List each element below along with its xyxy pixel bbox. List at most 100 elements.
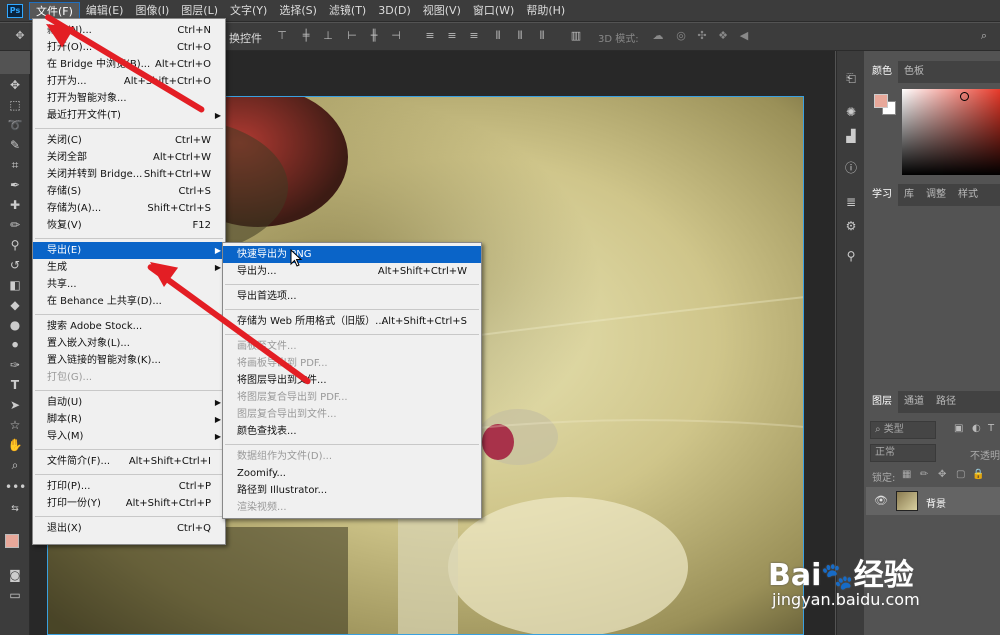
distribute-top-icon[interactable]: ≡ bbox=[424, 30, 436, 42]
dodge-tool-icon[interactable]: ⚫ bbox=[5, 336, 25, 354]
menu-8[interactable]: 视图(V) bbox=[417, 2, 467, 20]
distribute-vcenter-icon[interactable]: ≡ bbox=[446, 30, 458, 42]
file-menu-item-25[interactable]: 脚本(R) ▶ bbox=[33, 411, 225, 428]
file-menu-item-11[interactable]: 存储为(A)... Shift+Ctrl+S bbox=[33, 200, 225, 217]
export-menu-item-17[interactable]: 渲染视频... bbox=[223, 499, 481, 516]
histogram-panel-icon[interactable]: ▟ bbox=[841, 127, 861, 145]
file-menu-item-24[interactable]: 自动(U) ▶ bbox=[33, 394, 225, 411]
export-menu-item-3[interactable]: 导出首选项... bbox=[223, 288, 481, 305]
lock-transparent-icon[interactable]: ▦ bbox=[902, 469, 911, 480]
3d-pan-icon[interactable]: ✣ bbox=[696, 30, 708, 42]
shape-tool-icon[interactable]: ☆ bbox=[5, 416, 25, 434]
move-tool-icon[interactable]: ✥ bbox=[5, 76, 25, 94]
type-tool-icon[interactable]: T bbox=[5, 376, 25, 394]
file-menu-item-33[interactable]: 退出(X) Ctrl+Q bbox=[33, 520, 225, 537]
distribute-left-icon[interactable]: ⦀ bbox=[492, 30, 504, 42]
healing-brush-tool-icon[interactable]: ✚ bbox=[5, 196, 25, 214]
tab-styles[interactable]: 样式 bbox=[952, 184, 984, 206]
export-menu-item-15[interactable]: Zoomify... bbox=[223, 465, 481, 482]
move-tool-icon[interactable]: ✥ bbox=[14, 30, 26, 42]
marquee-tool-icon[interactable]: ⬚ bbox=[5, 96, 25, 114]
export-menu-item-9[interactable]: 将图层导出到文件... bbox=[223, 372, 481, 389]
menu-9[interactable]: 窗口(W) bbox=[467, 2, 520, 20]
file-menu-item-28[interactable]: 文件简介(F)... Alt+Shift+Ctrl+I bbox=[33, 453, 225, 470]
distribute-right-icon[interactable]: ⦀ bbox=[536, 30, 548, 42]
properties-panel-icon[interactable]: ⚙ bbox=[841, 217, 861, 235]
path-selection-tool-icon[interactable]: ➤ bbox=[5, 396, 25, 414]
search-icon[interactable]: ⌕ bbox=[978, 30, 990, 42]
eyedropper-tool-icon[interactable]: ✒ bbox=[5, 176, 25, 194]
distribute-bottom-icon[interactable]: ≡ bbox=[468, 30, 480, 42]
file-menu-item-21[interactable]: 置入链接的智能对象(K)... bbox=[33, 352, 225, 369]
tab-paths[interactable]: 路径 bbox=[930, 391, 962, 413]
file-menu-item-15[interactable]: 生成 ▶ bbox=[33, 259, 225, 276]
brush-tool-icon[interactable]: ✏ bbox=[5, 216, 25, 234]
file-menu-item-19[interactable]: 搜索 Adobe Stock... bbox=[33, 318, 225, 335]
tab-libraries[interactable]: 库 bbox=[898, 184, 920, 206]
lock-pixels-icon[interactable]: ✏ bbox=[920, 469, 928, 480]
filter-image-icon[interactable]: ▣ bbox=[954, 423, 963, 434]
navigator-panel-icon[interactable]: ✺ bbox=[841, 103, 861, 121]
color-panel-foreground[interactable] bbox=[874, 94, 888, 108]
file-menu-item-20[interactable]: 置入嵌入对象(L)... bbox=[33, 335, 225, 352]
crop-tool-icon[interactable]: ⌗ bbox=[5, 156, 25, 174]
file-menu-item-31[interactable]: 打印一份(Y) Alt+Shift+Ctrl+P bbox=[33, 495, 225, 512]
menu-6[interactable]: 滤镜(T) bbox=[323, 2, 372, 20]
3d-orbit-icon[interactable]: ☁ bbox=[652, 30, 664, 42]
file-menu-item-22[interactable]: 打包(G)... bbox=[33, 369, 225, 386]
auto-align-icon[interactable]: ▥ bbox=[570, 30, 582, 42]
filter-type-icon[interactable]: T bbox=[988, 423, 994, 434]
history-brush-tool-icon[interactable]: ↺ bbox=[5, 256, 25, 274]
file-menu-item-14[interactable]: 导出(E) ▶ bbox=[33, 242, 225, 259]
layer-row[interactable]: 👁 背景 bbox=[866, 487, 1000, 515]
quick-mask-icon[interactable]: ◙ bbox=[5, 566, 25, 584]
tab-layers[interactable]: 图层 bbox=[866, 391, 898, 413]
file-menu-item-30[interactable]: 打印(P)... Ctrl+P bbox=[33, 478, 225, 495]
export-menu-item-12[interactable]: 颜色查找表... bbox=[223, 423, 481, 440]
menu-7[interactable]: 3D(D) bbox=[372, 2, 417, 20]
color-picker-cursor[interactable] bbox=[960, 92, 969, 101]
lock-all-icon[interactable]: 🔒 bbox=[972, 469, 984, 480]
filter-adjust-icon[interactable]: ◐ bbox=[972, 423, 981, 434]
align-hcenter-icon[interactable]: ╫ bbox=[368, 30, 380, 42]
lock-position-icon[interactable]: ✥ bbox=[938, 469, 946, 480]
blur-tool-icon[interactable]: ● bbox=[5, 316, 25, 334]
clone-source-icon[interactable]: ⚲ bbox=[841, 247, 861, 265]
file-menu-item-8[interactable]: 关闭全部 Alt+Ctrl+W bbox=[33, 149, 225, 166]
pen-tool-icon[interactable]: ✑ bbox=[5, 356, 25, 374]
swap-colors-icon[interactable]: ⇆ bbox=[5, 500, 25, 518]
info-panel-icon[interactable]: ⓘ bbox=[841, 159, 861, 177]
export-menu-item-5[interactable]: 存储为 Web 所用格式（旧版）... Alt+Shift+Ctrl+S bbox=[223, 313, 481, 330]
export-menu-item-16[interactable]: 路径到 Illustrator... bbox=[223, 482, 481, 499]
3d-scale-icon[interactable]: ◀ bbox=[738, 30, 750, 42]
tab-swatches[interactable]: 色板 bbox=[898, 61, 930, 83]
align-vcenter-icon[interactable]: ╪ bbox=[300, 30, 312, 42]
export-menu-item-10[interactable]: 将图层复合导出到 PDF... bbox=[223, 389, 481, 406]
3d-slide-icon[interactable]: ❖ bbox=[717, 30, 729, 42]
file-menu-item-7[interactable]: 关闭(C) Ctrl+W bbox=[33, 132, 225, 149]
lasso-tool-icon[interactable]: ➰ bbox=[5, 116, 25, 134]
file-menu-item-12[interactable]: 恢复(V) F12 bbox=[33, 217, 225, 234]
layer-name[interactable]: 背景 bbox=[926, 495, 946, 510]
align-left-icon[interactable]: ⊢ bbox=[346, 30, 358, 42]
layer-filter-select[interactable]: ⌕ 类型 bbox=[870, 421, 936, 439]
file-menu-item-9[interactable]: 关闭并转到 Bridge... Shift+Ctrl+W bbox=[33, 166, 225, 183]
file-menu-item-16[interactable]: 共享... bbox=[33, 276, 225, 293]
visibility-eye-icon[interactable]: 👁 bbox=[874, 494, 888, 507]
file-menu-item-10[interactable]: 存储(S) Ctrl+S bbox=[33, 183, 225, 200]
file-menu-item-3[interactable]: 打开为... Alt+Shift+Ctrl+O bbox=[33, 73, 225, 90]
more-tools-icon[interactable]: ••• bbox=[5, 478, 26, 496]
menu-4[interactable]: 文字(Y) bbox=[224, 2, 273, 20]
tab-learn[interactable]: 学习 bbox=[866, 184, 898, 206]
export-menu-item-11[interactable]: 图层复合导出到文件... bbox=[223, 406, 481, 423]
eraser-tool-icon[interactable]: ◧ bbox=[5, 276, 25, 294]
paint-bucket-tool-icon[interactable]: ◆ bbox=[5, 296, 25, 314]
menu-5[interactable]: 选择(S) bbox=[273, 2, 323, 20]
align-top-icon[interactable]: ⊤ bbox=[276, 30, 288, 42]
quick-select-tool-icon[interactable]: ✎ bbox=[5, 136, 25, 154]
color-picker-field[interactable] bbox=[902, 89, 1000, 175]
export-menu-item-8[interactable]: 将画板导出到 PDF... bbox=[223, 355, 481, 372]
tab-channels[interactable]: 通道 bbox=[898, 391, 930, 413]
screen-mode-icon[interactable]: ▭ bbox=[5, 586, 25, 604]
hand-tool-icon[interactable]: ✋ bbox=[5, 436, 25, 454]
